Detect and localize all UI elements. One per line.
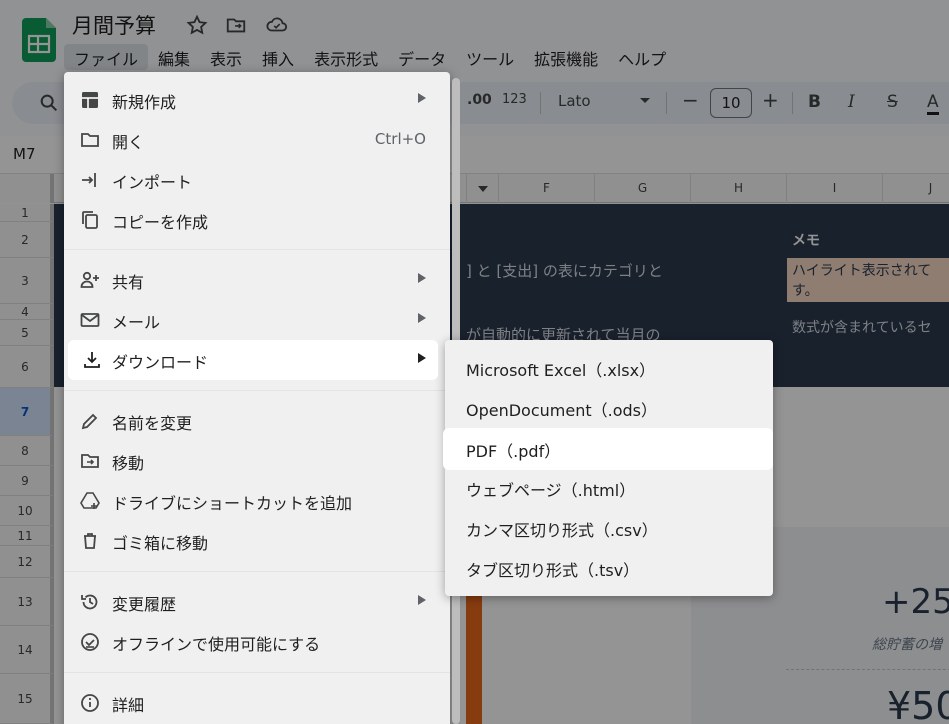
menu-item-version-history[interactable]: 変更履歴 <box>64 582 450 622</box>
menu-item-label: オフラインで使用可能にする <box>112 635 321 654</box>
menu-item-label: 詳細 <box>112 696 145 715</box>
menu-item-details[interactable]: 詳細 <box>64 683 450 723</box>
submenu-item-label: Microsoft Excel（.xlsx） <box>466 361 656 380</box>
offline-icon <box>81 633 99 651</box>
menu-item-label: 共有 <box>112 273 145 292</box>
menu-item-trash[interactable]: ゴミ箱に移動 <box>64 521 450 561</box>
menu-item-label: ゴミ箱に移動 <box>112 534 209 553</box>
menu-item-label: 新規作成 <box>112 93 177 112</box>
menu-item-offline[interactable]: オフラインで使用可能にする <box>64 622 450 662</box>
folder-open-icon <box>81 133 99 147</box>
submenu-arrow-icon <box>418 273 426 283</box>
history-icon <box>81 594 98 610</box>
share-person-icon <box>80 271 99 288</box>
trash-icon <box>84 533 96 549</box>
info-icon <box>81 694 99 712</box>
submenu-item-label: カンマ区切り形式（.csv） <box>466 521 658 540</box>
menu-item-add-shortcut[interactable]: ドライブにショートカットを追加 <box>64 481 450 521</box>
menu-item-label: ダウンロード <box>112 353 209 372</box>
submenu-arrow-icon <box>418 595 426 605</box>
submenu-item-label: ウェブページ（.html） <box>466 481 636 500</box>
menu-item-rename[interactable]: 名前を変更 <box>64 401 450 441</box>
submenu-arrow-icon <box>418 93 426 103</box>
menu-item-label: メール <box>112 313 161 332</box>
menu-item-move[interactable]: 移動 <box>64 441 450 481</box>
download-html[interactable]: ウェブページ（.html） <box>445 468 773 508</box>
menu-item-new[interactable]: 新規作成 <box>64 80 450 120</box>
download-xlsx[interactable]: Microsoft Excel（.xlsx） <box>445 348 773 388</box>
copy-icon <box>82 211 98 229</box>
keyboard-shortcut: Ctrl+O <box>374 130 426 148</box>
menu-item-label: インポート <box>112 173 193 192</box>
submenu-item-label: タブ区切り形式（.tsv） <box>466 561 640 580</box>
pencil-icon <box>81 413 98 430</box>
mail-icon <box>80 313 100 327</box>
menu-item-make-copy[interactable]: コピーを作成 <box>64 200 450 240</box>
menu-item-label: 開く <box>112 133 145 152</box>
download-ods[interactable]: OpenDocument（.ods） <box>445 388 773 428</box>
menu-item-label: 名前を変更 <box>112 414 193 433</box>
menu-item-download-active[interactable]: ダウンロード <box>68 340 438 380</box>
submenu-arrow-icon <box>418 353 426 363</box>
download-tsv[interactable]: タブ区切り形式（.tsv） <box>445 548 773 588</box>
menu-item-email[interactable]: メール <box>64 300 450 340</box>
menu-divider <box>64 571 450 572</box>
menu-item-share[interactable]: 共有 <box>64 260 450 300</box>
menu-item-import[interactable]: インポート <box>64 160 450 200</box>
file-menu: 新規作成 開く Ctrl+O インポート コピーを作成 共有 メール ダウンロー… <box>64 72 450 724</box>
menu-item-open[interactable]: 開く Ctrl+O <box>64 120 450 160</box>
menu-item-label: 変更履歴 <box>112 595 177 614</box>
new-sheet-icon <box>82 92 98 108</box>
menu-divider <box>64 249 450 250</box>
menu-item-label: 移動 <box>112 454 145 473</box>
menu-divider <box>64 390 450 391</box>
move-folder-icon <box>81 454 99 468</box>
submenu-arrow-icon <box>418 313 426 323</box>
download-icon <box>84 352 100 368</box>
download-csv[interactable]: カンマ区切り形式（.csv） <box>445 508 773 548</box>
menu-item-label: ドライブにショートカットを追加 <box>112 494 353 513</box>
submenu-item-label: PDF（.pdf） <box>466 442 561 461</box>
submenu-item-label: OpenDocument（.ods） <box>466 401 657 420</box>
menu-item-label: コピーを作成 <box>112 213 209 232</box>
download-pdf[interactable]: PDF（.pdf） <box>443 428 773 470</box>
menu-divider <box>64 672 450 673</box>
import-icon <box>82 173 96 187</box>
drive-shortcut-icon <box>80 492 100 509</box>
